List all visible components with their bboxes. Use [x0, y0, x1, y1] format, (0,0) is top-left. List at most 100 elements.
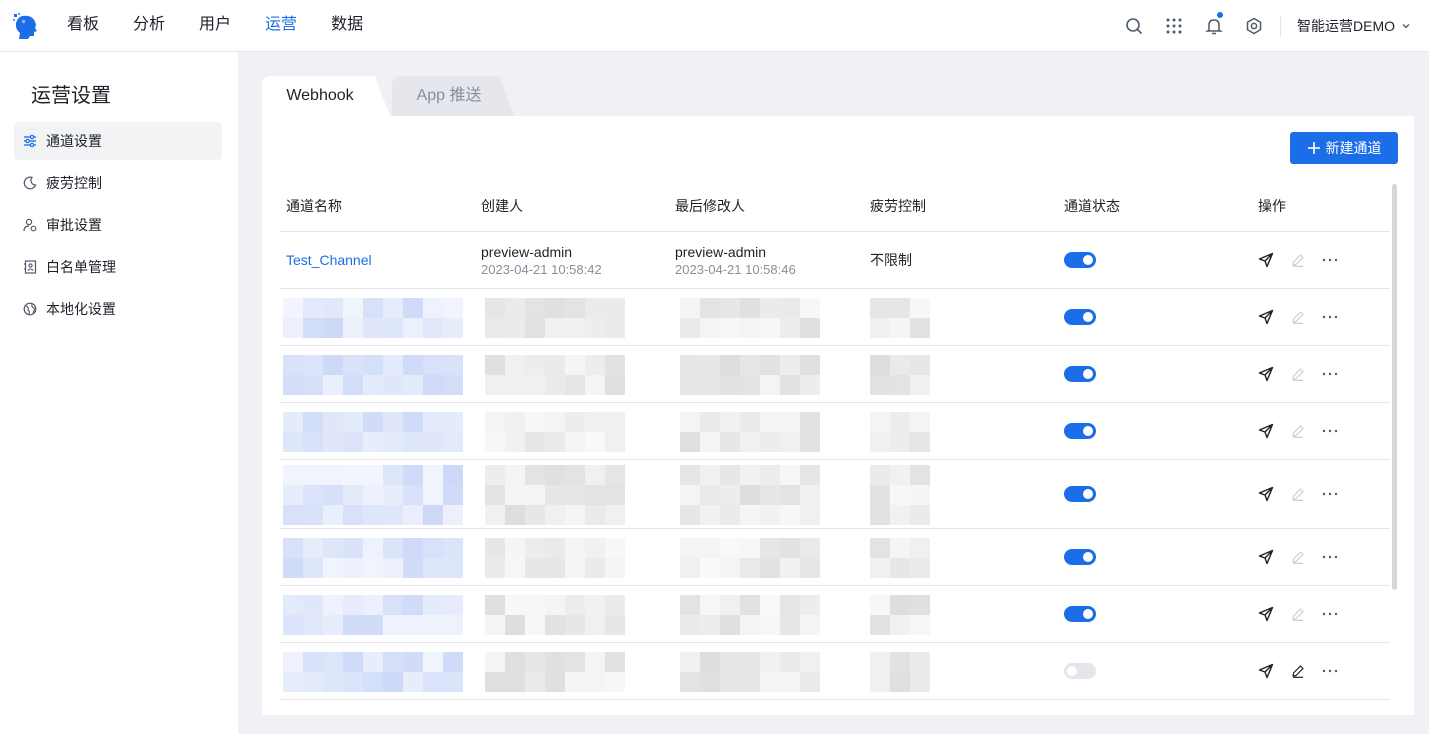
status-cell — [1064, 289, 1096, 345]
table-row[interactable] — [280, 529, 1390, 586]
sidebar-item-2[interactable]: 审批设置 — [14, 206, 222, 244]
more-button[interactable] — [1314, 482, 1346, 506]
sidebar: 运营设置 通道设置 疲劳控制 审批设置 白名单管理 本地化设置 — [0, 52, 238, 734]
new-channel-button[interactable]: 新建通道 — [1290, 132, 1398, 164]
blur-pixel — [383, 412, 403, 432]
nav-item-2[interactable]: 用户 — [182, 0, 248, 52]
edit-button[interactable] — [1282, 659, 1314, 683]
blur-pixel — [303, 375, 323, 395]
tab-webhook[interactable]: Webhook — [262, 76, 390, 116]
edit-button[interactable] — [1282, 419, 1314, 443]
more-button[interactable] — [1314, 659, 1346, 683]
sidebar-item-3[interactable]: 白名单管理 — [14, 248, 222, 286]
more-button[interactable] — [1314, 248, 1346, 272]
blur-pixel — [403, 412, 423, 432]
more-icon — [1322, 258, 1338, 262]
toggle-knob — [1067, 666, 1077, 676]
send-button[interactable] — [1250, 659, 1282, 683]
edit-button[interactable] — [1282, 305, 1314, 329]
blur-pixel — [485, 558, 505, 578]
logo-icon[interactable] — [12, 12, 40, 40]
blur-pixel — [870, 505, 890, 525]
channel-name-link[interactable]: Test_Channel — [286, 252, 372, 268]
blur-pixel — [740, 432, 760, 452]
status-toggle[interactable] — [1064, 606, 1096, 622]
notifications-button[interactable] — [1194, 0, 1234, 52]
sidebar-item-1[interactable]: 疲劳控制 — [14, 164, 222, 202]
table-row[interactable] — [280, 460, 1390, 529]
nav-item-4[interactable]: 数据 — [314, 0, 380, 52]
fatigue-value: 不限制 — [870, 252, 912, 268]
more-button[interactable] — [1314, 602, 1346, 626]
blur-pixel — [303, 672, 323, 692]
more-button[interactable] — [1314, 419, 1346, 443]
blur-pixel — [485, 298, 505, 318]
send-button[interactable] — [1250, 602, 1282, 626]
tab-app-push[interactable]: App 推送 — [392, 76, 514, 116]
notification-dot — [1217, 12, 1223, 18]
blur-pixel — [760, 672, 780, 692]
status-toggle[interactable] — [1064, 549, 1096, 565]
blur-pixel — [800, 412, 820, 432]
table-row[interactable]: Test_Channel preview-admin 2023-04-21 10:5… — [280, 232, 1390, 289]
blur-pixel — [800, 355, 820, 375]
status-toggle[interactable] — [1064, 252, 1096, 268]
blur-pixel — [545, 375, 565, 395]
edit-button[interactable] — [1282, 545, 1314, 569]
table-row[interactable] — [280, 403, 1390, 460]
more-button[interactable] — [1314, 305, 1346, 329]
table-scrollbar[interactable] — [1392, 184, 1397, 590]
apps-button[interactable] — [1154, 0, 1194, 52]
search-button[interactable] — [1114, 0, 1154, 52]
blur-pixel — [343, 412, 363, 432]
table-row[interactable] — [280, 289, 1390, 346]
edit-button[interactable] — [1282, 602, 1314, 626]
status-toggle[interactable] — [1064, 366, 1096, 382]
blur-pixel — [443, 318, 463, 338]
send-button[interactable] — [1250, 248, 1282, 272]
redacted-creator-cell — [480, 529, 630, 585]
sidebar-item-4[interactable]: 本地化设置 — [14, 290, 222, 328]
status-toggle[interactable] — [1064, 309, 1096, 325]
edit-button[interactable] — [1282, 248, 1314, 272]
blur-pixel — [680, 595, 700, 615]
blur-pixel — [680, 538, 700, 558]
blur-pixel — [700, 652, 720, 672]
nav-item-1[interactable]: 分析 — [116, 0, 182, 52]
status-toggle[interactable] — [1064, 663, 1096, 679]
table-row[interactable] — [280, 643, 1390, 700]
blur-pixel — [700, 375, 720, 395]
blur-pixel — [585, 298, 605, 318]
blur-pixel — [890, 538, 910, 558]
settings-button[interactable] — [1234, 0, 1274, 52]
nav-item-0[interactable]: 看板 — [50, 0, 116, 52]
blur-pixel — [525, 412, 545, 432]
more-button[interactable] — [1314, 545, 1346, 569]
send-button[interactable] — [1250, 545, 1282, 569]
blur-pixel — [363, 432, 383, 452]
blur-pixel — [283, 652, 303, 672]
send-button[interactable] — [1250, 419, 1282, 443]
blur-pixel — [910, 538, 930, 558]
table-row[interactable] — [280, 346, 1390, 403]
blur-pixel — [890, 652, 910, 672]
send-button[interactable] — [1250, 482, 1282, 506]
send-button[interactable] — [1250, 305, 1282, 329]
edit-button[interactable] — [1282, 362, 1314, 386]
account-dropdown[interactable]: 智能运营DEMO — [1297, 16, 1411, 36]
more-button[interactable] — [1314, 362, 1346, 386]
status-toggle[interactable] — [1064, 423, 1096, 439]
send-button[interactable] — [1250, 362, 1282, 386]
sidebar-item-0[interactable]: 通道设置 — [14, 122, 222, 160]
blur-pixel — [443, 412, 463, 432]
blur-pixel — [870, 432, 890, 452]
blur-pixel — [545, 432, 565, 452]
blur-pixel — [680, 355, 700, 375]
table-row[interactable] — [280, 586, 1390, 643]
edit-button[interactable] — [1282, 482, 1314, 506]
nav-item-3[interactable]: 运营 — [248, 0, 314, 52]
blur-pixel — [525, 355, 545, 375]
blur-pixel — [910, 595, 930, 615]
blur-pixel — [545, 615, 565, 635]
status-toggle[interactable] — [1064, 486, 1096, 502]
